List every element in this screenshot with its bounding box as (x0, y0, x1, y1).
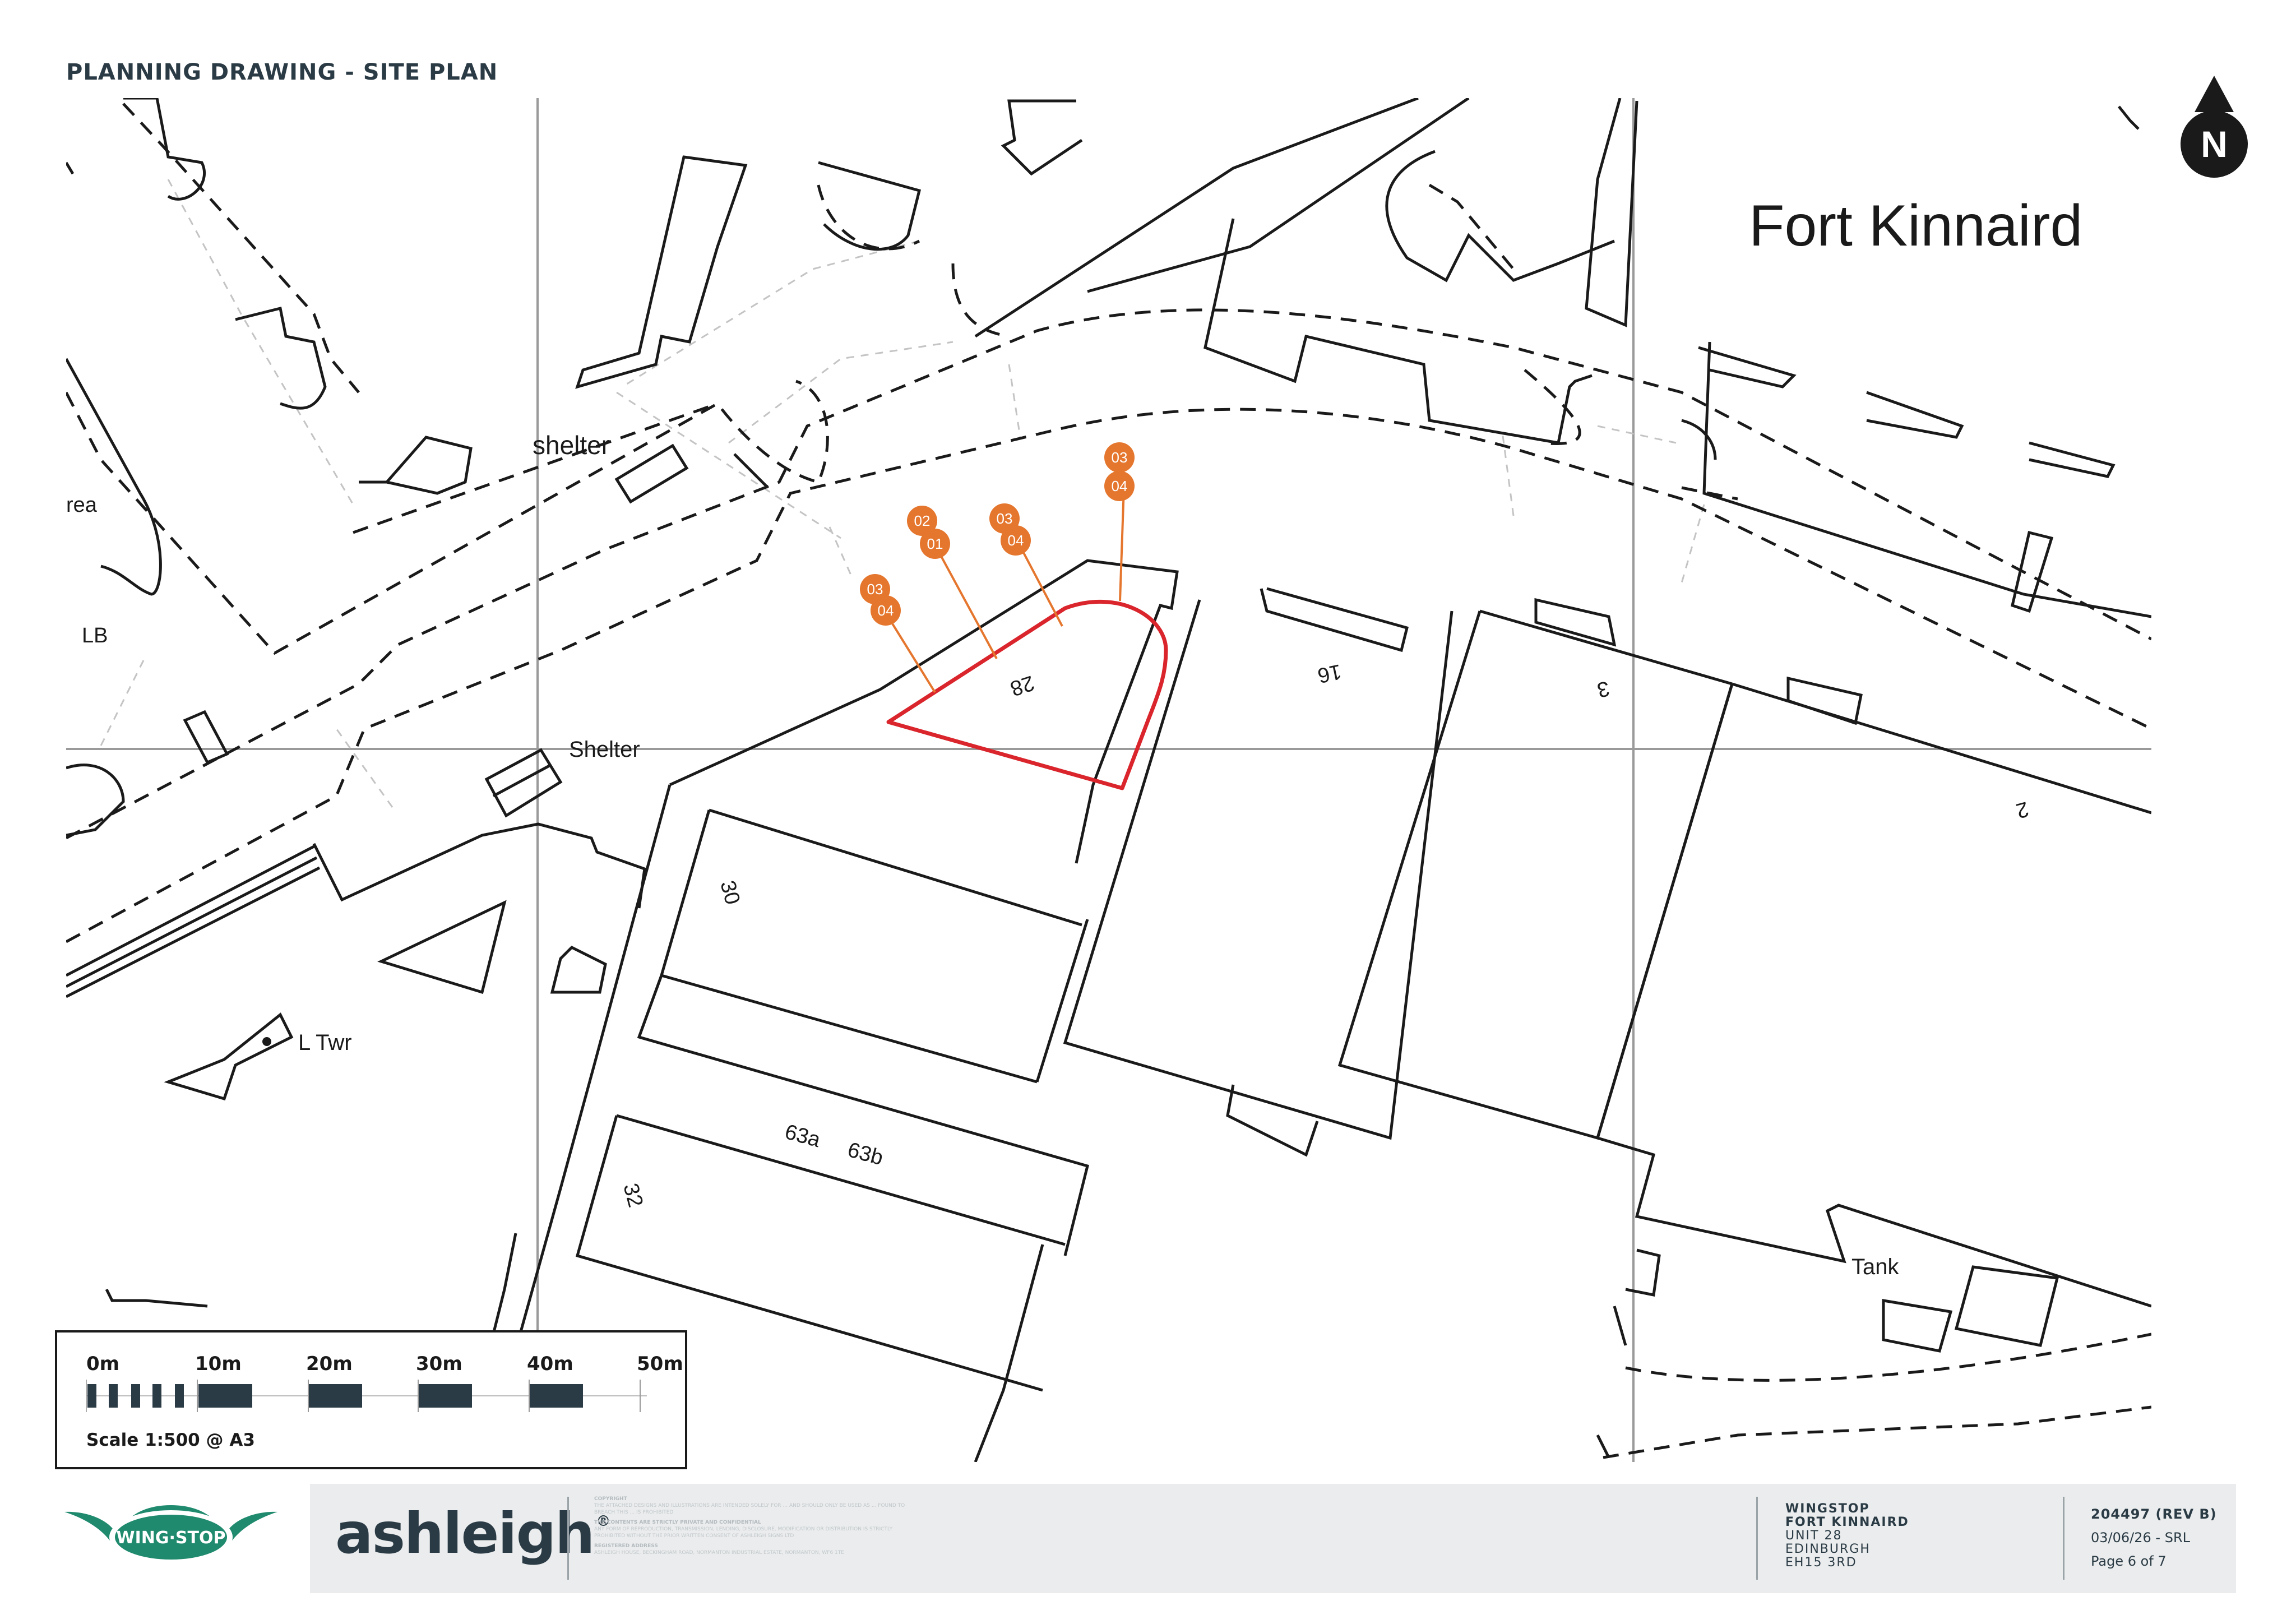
marker-2-bottom: 01 (927, 535, 943, 552)
company-name: ashleigh (335, 1501, 595, 1566)
wingstop-logo-text: WING·STOP (117, 1528, 226, 1548)
label-unit-16: 16 (1316, 659, 1344, 687)
company-logo: ashleigh ® (335, 1501, 610, 1566)
label-shelter-lower: shelter (533, 431, 610, 460)
marker-4-top: 03 (1112, 449, 1128, 466)
place-name: Fort Kinnaird (1749, 193, 2082, 258)
project-client: WINGSTOP (1785, 1502, 1870, 1516)
scale-caption: Scale 1:500 @ A3 (86, 1430, 255, 1450)
marker-1-top: 03 (867, 581, 883, 598)
scale-tick-50: 50m (637, 1353, 683, 1375)
label-unit-32: 32 (618, 1181, 647, 1210)
project-postcode: EH15 3RD (1785, 1556, 1857, 1570)
road-edge-dashed (66, 103, 2151, 1459)
project-site: FORT KINNAIRD (1785, 1515, 1909, 1529)
project-city: EDINBURGH (1785, 1542, 1871, 1556)
label-lb: LB (82, 624, 108, 647)
marker-1[interactable]: 03 04 (860, 574, 901, 626)
divider-2 (1756, 1497, 1758, 1580)
project-info: WINGSTOP FORT KINNAIRD UNIT 28 EDINBURGH… (1785, 1502, 1909, 1570)
grid-lines (66, 98, 2151, 1462)
label-unit-3: 3 (1595, 676, 1611, 701)
address-text: ASHLEIGH HOUSE, BECKINGHAM ROAD, NORMANT… (594, 1550, 844, 1556)
marker-2[interactable]: 02 01 (907, 506, 950, 559)
scale-tick-10: 10m (195, 1353, 242, 1375)
north-label: N (2201, 123, 2228, 165)
marker-2-top: 02 (914, 512, 931, 529)
marker-3[interactable]: 03 04 (989, 503, 1031, 556)
marker-3-top: 03 (997, 510, 1013, 527)
confidential-text: ANY FORM OF REPRODUCTION, TRANSMISSION, … (594, 1526, 893, 1539)
label-unit-28: 28 (1007, 670, 1037, 700)
scale-tick-40: 40m (527, 1353, 573, 1375)
label-unit-30: 30 (715, 878, 744, 907)
page-number: Page 6 of 7 (2091, 1553, 2167, 1569)
scale-bar-graphic (86, 1380, 647, 1412)
label-area: rea (66, 493, 98, 517)
copyright-heading: COPYRIGHT (594, 1496, 627, 1502)
fine-print: COPYRIGHT THE ATTACHED DESIGNS AND ILLUS… (594, 1496, 908, 1556)
label-tank: Tank (1851, 1255, 1899, 1279)
confidential-heading: THE CONTENTS ARE STRICTLY PRIVATE AND CO… (594, 1520, 761, 1525)
building-outlines (66, 98, 2151, 1462)
label-shelter-upper: Shelter (569, 737, 640, 762)
marker-4[interactable]: 03 04 (1104, 442, 1135, 501)
label-l-twr: L Twr (298, 1030, 352, 1055)
marker-3-bottom: 04 (1008, 532, 1024, 549)
label-unit-2: 2 (2013, 797, 2031, 822)
scale-tick-0: 0m (86, 1353, 120, 1375)
divider-1 (567, 1497, 569, 1580)
label-unit-63a: 63a (783, 1120, 823, 1152)
wingstop-logo: WING·STOP (64, 1505, 277, 1564)
scale-tick-20: 20m (306, 1353, 353, 1375)
project-unit: UNIT 28 (1785, 1529, 1843, 1543)
drawing-number: 204497 (REV B) (2091, 1506, 2217, 1522)
map-linework: shelter Shelter rea LB L Twr Tank Fort K… (66, 98, 2151, 1462)
copyright-text: THE ATTACHED DESIGNS AND ILLUSTRATIONS A… (594, 1503, 905, 1515)
marker-1-bottom: 04 (878, 602, 894, 619)
marker-4-bottom: 04 (1112, 478, 1128, 494)
drawing-date: 03/06/26 - SRL (2091, 1530, 2190, 1546)
north-arrow-icon: N (2181, 76, 2248, 178)
elevation-markers: 03 04 02 01 03 04 03 04 (860, 442, 1135, 693)
label-unit-63b: 63b (845, 1138, 886, 1170)
address-heading: REGISTERED ADDRESS (594, 1543, 658, 1549)
scale-bar-panel: 0m 10m 20m 30m 40m 50m Scale 1:500 @ A3 (55, 1330, 687, 1469)
l-twr-point (262, 1037, 271, 1046)
scale-tick-30: 30m (416, 1353, 462, 1375)
drawing-reference: 204497 (REV B) 03/06/26 - SRL Page 6 of … (2091, 1502, 2217, 1573)
divider-3 (2063, 1497, 2064, 1580)
